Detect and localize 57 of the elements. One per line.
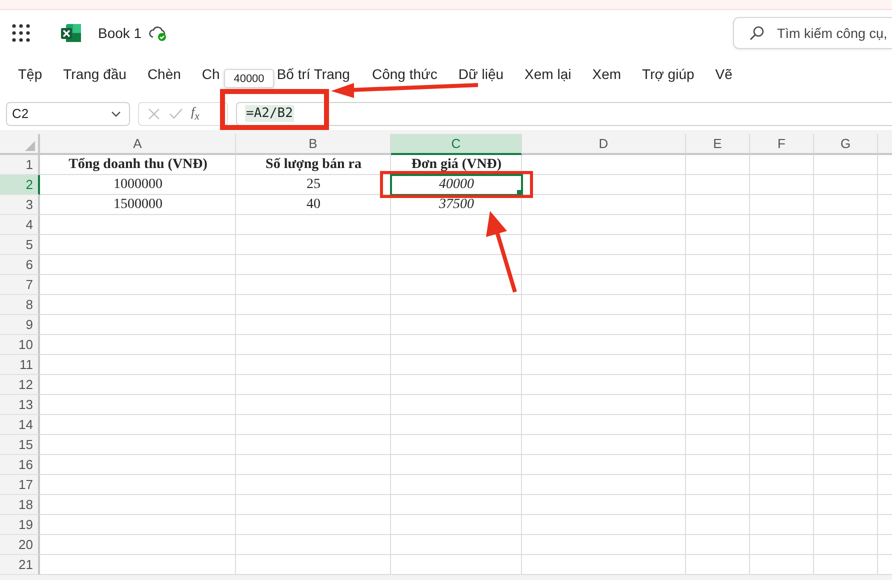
row-header[interactable]: 20	[0, 535, 40, 555]
ribbon-tab[interactable]: Dữ liệu	[458, 64, 504, 84]
row-header[interactable]: 6	[0, 255, 40, 275]
table-cell[interactable]: Đơn giá (VNĐ)	[391, 155, 522, 174]
insert-function-button[interactable]: f$_{x}$	[191, 104, 200, 123]
table-cell[interactable]: 1000000	[40, 175, 236, 194]
ribbon-tab[interactable]: Ch	[202, 64, 220, 84]
row-header[interactable]: 11	[0, 355, 40, 375]
column-header[interactable]: C	[391, 134, 522, 155]
row-header[interactable]: 7	[0, 275, 40, 295]
cancel-icon[interactable]	[147, 106, 161, 120]
select-all-icon[interactable]	[25, 141, 35, 151]
name-box[interactable]: C2	[6, 102, 130, 126]
table-cell[interactable]: 37500	[391, 195, 522, 214]
row-header[interactable]: 2	[0, 175, 40, 195]
spreadsheet-app-icon	[60, 22, 82, 44]
table-cell[interactable]: 25	[236, 175, 391, 194]
fill-handle[interactable]	[517, 190, 522, 195]
ribbon-tab[interactable]: Trợ giúp	[642, 64, 694, 84]
row-header[interactable]: 8	[0, 295, 40, 315]
chevron-down-icon	[111, 110, 121, 116]
ribbon-tab[interactable]: Công thức	[372, 64, 438, 84]
row-header[interactable]: 10	[0, 335, 40, 355]
ribbon-tab[interactable]: Xem	[592, 64, 622, 84]
row-header[interactable]: 18	[0, 495, 40, 515]
ribbon-tab[interactable]: Chèn	[147, 64, 181, 84]
row-header[interactable]: 17	[0, 475, 40, 495]
search-field[interactable]: Tìm kiếm công cụ,	[733, 17, 892, 49]
cloud-saved-icon[interactable]	[148, 24, 168, 42]
search-icon	[749, 25, 765, 41]
row-header[interactable]: 21	[0, 555, 40, 575]
ribbon-tab[interactable]: Bố trí Trang	[276, 64, 350, 84]
document-title[interactable]: Book 1	[98, 25, 142, 41]
row-header[interactable]: 3	[0, 195, 40, 215]
table-cell[interactable]: 40	[236, 195, 391, 214]
ribbon-tab[interactable]: Xem lại	[524, 64, 572, 84]
active-cell[interactable]: 40000	[391, 175, 522, 195]
row-header[interactable]: 1	[0, 155, 40, 175]
check-icon[interactable]	[169, 106, 183, 120]
row-header[interactable]: 5	[0, 235, 40, 255]
table-cell[interactable]: 1500000	[40, 195, 236, 214]
formula-input[interactable]: =A2/B2	[236, 102, 892, 126]
row-header[interactable]: 14	[0, 415, 40, 435]
row-header[interactable]: 13	[0, 395, 40, 415]
row-header[interactable]: 15	[0, 435, 40, 455]
row-header[interactable]: 12	[0, 375, 40, 395]
row-header[interactable]: 16	[0, 455, 40, 475]
ribbon-tab[interactable]: Trang đầu	[63, 64, 126, 84]
table-cell[interactable]: Tổng doanh thu (VNĐ)	[40, 155, 236, 174]
ribbon-tab[interactable]: Vẽ	[715, 64, 732, 84]
ribbon-tab[interactable]: Tệp	[18, 64, 42, 84]
value-tooltip: 40000	[224, 69, 274, 88]
row-header[interactable]: 19	[0, 515, 40, 535]
table-cell[interactable]: Số lượng bán ra	[236, 155, 391, 174]
row-header[interactable]: 4	[0, 215, 40, 235]
row-header[interactable]: 9	[0, 315, 40, 335]
app-launcher-icon[interactable]	[12, 24, 30, 42]
